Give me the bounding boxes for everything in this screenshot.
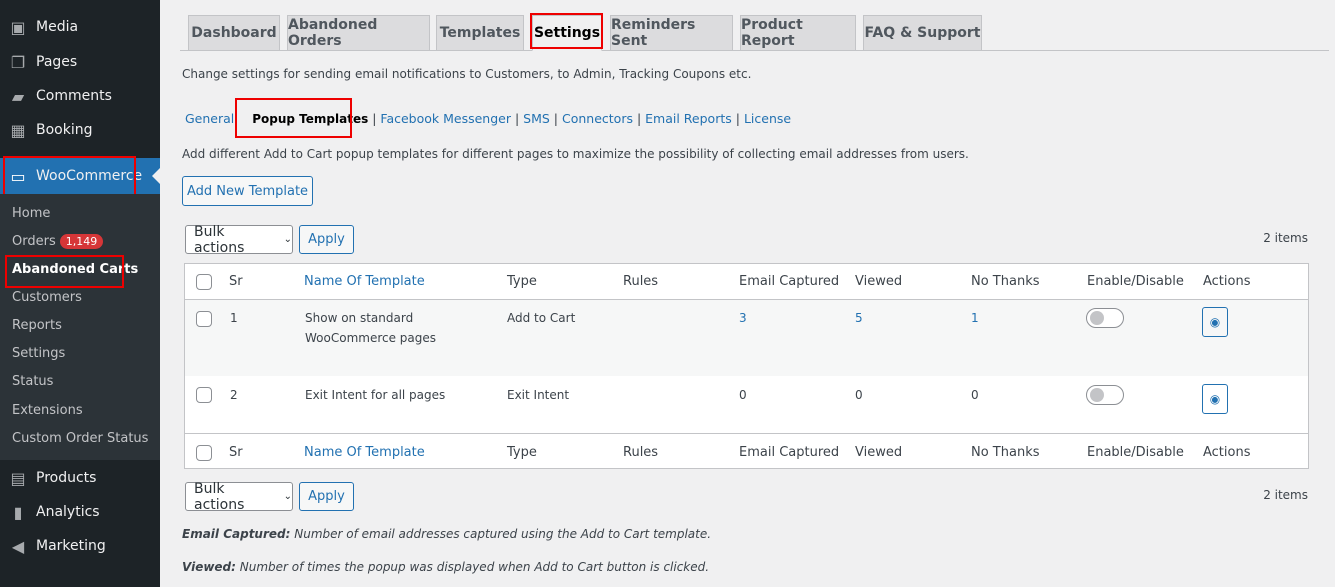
pages-icon: ❐ [10, 52, 26, 72]
row-name: Exit Intent for all pages [305, 388, 446, 402]
menu-booking[interactable]: ▦ Booking [0, 113, 160, 147]
note-email-captured: Email Captured: Number of email addresse… [182, 527, 712, 541]
row-viewed[interactable]: 5 [855, 311, 863, 325]
column-header-no-thanks: No Thanks [971, 274, 1040, 289]
row-sr: 1 [230, 311, 238, 325]
column-footer-email-captured: Email Captured [739, 445, 840, 460]
row-checkbox[interactable] [196, 387, 212, 403]
chevron-down-icon: ⌄ [283, 491, 292, 502]
eye-icon: ◉ [1209, 315, 1221, 329]
tab-abandoned-orders[interactable]: Abandoned Orders [287, 15, 430, 51]
marketing-icon: ◀ [11, 536, 25, 556]
row-name-line2: WooCommerce pages [305, 331, 437, 345]
enable-toggle[interactable] [1086, 385, 1124, 405]
tab-product-report[interactable]: Product Report [740, 15, 856, 51]
submenu-reports[interactable]: Reports [12, 318, 62, 333]
column-header-viewed: Viewed [855, 274, 903, 289]
column-footer-name[interactable]: Name Of Template [304, 445, 425, 460]
nav-tabs: Dashboard Abandoned Orders Templates Set… [180, 15, 1329, 51]
menu-comments[interactable]: ▰ Comments [0, 79, 160, 113]
submenu-orders[interactable]: Orders 1,149 [12, 234, 104, 249]
column-footer-sr: Sr [229, 445, 243, 460]
select-all-checkbox-footer[interactable] [196, 445, 212, 461]
enable-toggle[interactable] [1086, 308, 1124, 328]
bulk-actions-select-top[interactable]: Bulk actions ⌄ [185, 224, 293, 256]
column-footer-viewed: Viewed [855, 445, 903, 460]
column-header-name[interactable]: Name Of Template [304, 274, 425, 289]
tab-templates[interactable]: Templates [436, 15, 524, 51]
column-header-enable: Enable/Disable [1087, 274, 1184, 289]
admin-sidebar: ▣ Media ❐ Pages ▰ Comments ▦ Booking ▭ WooCom… [0, 0, 160, 587]
media-icon: ▣ [10, 17, 26, 37]
column-header-sr: Sr [229, 274, 243, 289]
woocommerce-submenu: Home Orders 1,149 Abandoned Carts Custome… [0, 194, 160, 460]
column-footer-actions: Actions [1203, 445, 1251, 460]
subnav-email-reports[interactable]: Email Reports [645, 111, 732, 126]
analytics-icon: ▮ [13, 502, 23, 522]
subnav-license[interactable]: License [744, 111, 791, 126]
view-template-button[interactable]: ◉ [1202, 307, 1228, 337]
divider [185, 433, 1308, 434]
row-type: Exit Intent [507, 388, 570, 402]
item-count-top: 2 items [1263, 231, 1308, 245]
add-new-template-button[interactable]: Add New Template [182, 176, 313, 206]
subnav-general[interactable]: General [185, 111, 234, 126]
calendar-icon: ▦ [10, 120, 26, 140]
highlight-box [530, 13, 603, 49]
submenu-customers[interactable]: Customers [12, 290, 82, 305]
current-menu-arrow [152, 168, 160, 184]
column-header-email-captured: Email Captured [739, 274, 840, 289]
submenu-extensions[interactable]: Extensions [12, 403, 83, 418]
row-email-captured: 0 [739, 388, 747, 402]
intro-text: Add different Add to Cart popup template… [182, 147, 969, 161]
highlight-box [5, 255, 124, 288]
row-name: Show on standard [305, 311, 414, 325]
row-type: Add to Cart [507, 311, 576, 325]
menu-media[interactable]: ▣ Media [0, 10, 160, 44]
row-sr: 2 [230, 388, 238, 402]
menu-analytics[interactable]: ▮ Analytics [0, 495, 160, 529]
settings-description: Change settings for sending email notifi… [182, 67, 752, 81]
item-count-bottom: 2 items [1263, 488, 1308, 502]
column-footer-no-thanks: No Thanks [971, 445, 1040, 460]
submenu-home[interactable]: Home [12, 206, 50, 221]
column-header-rules: Rules [623, 274, 659, 289]
bulk-actions-select-bottom[interactable]: Bulk actions ⌄ [185, 481, 293, 513]
subnav-connectors[interactable]: Connectors [562, 111, 633, 126]
tab-dashboard[interactable]: Dashboard [188, 15, 280, 51]
submenu-custom-order-status[interactable]: Custom Order Status [12, 431, 148, 446]
tab-faq-support[interactable]: FAQ & Support [863, 15, 982, 51]
highlight-box [235, 98, 352, 138]
row-viewed: 0 [855, 388, 863, 402]
apply-button-top[interactable]: Apply [299, 225, 354, 254]
menu-pages[interactable]: ❐ Pages [0, 45, 160, 79]
chevron-down-icon: ⌄ [283, 234, 292, 245]
column-header-actions: Actions [1203, 274, 1251, 289]
column-footer-rules: Rules [623, 445, 659, 460]
apply-button-bottom[interactable]: Apply [299, 482, 354, 511]
products-icon: ▤ [10, 468, 26, 488]
subnav-sms[interactable]: SMS [523, 111, 550, 126]
menu-products[interactable]: ▤ Products [0, 461, 160, 495]
row-no-thanks: 0 [971, 388, 979, 402]
templates-table: Sr Name Of Template Type Rules Email Cap… [184, 263, 1309, 469]
note-viewed: Viewed: Number of times the popup was di… [182, 560, 710, 574]
menu-marketing[interactable]: ◀ Marketing [0, 529, 160, 563]
column-footer-enable: Enable/Disable [1087, 445, 1184, 460]
column-header-type: Type [507, 274, 537, 289]
select-all-checkbox[interactable] [196, 274, 212, 290]
orders-count-badge: 1,149 [59, 234, 104, 249]
tab-reminders-sent[interactable]: Reminders Sent [610, 15, 733, 51]
subnav-facebook-messenger[interactable]: Facebook Messenger [380, 111, 511, 126]
submenu-status[interactable]: Status [12, 374, 53, 389]
row-email-captured[interactable]: 3 [739, 311, 747, 325]
submenu-settings[interactable]: Settings [12, 346, 65, 361]
row-no-thanks[interactable]: 1 [971, 311, 979, 325]
row-checkbox[interactable] [196, 311, 212, 327]
column-footer-type: Type [507, 445, 537, 460]
comments-icon: ▰ [11, 86, 25, 106]
view-template-button[interactable]: ◉ [1202, 384, 1228, 414]
eye-icon: ◉ [1209, 392, 1221, 406]
